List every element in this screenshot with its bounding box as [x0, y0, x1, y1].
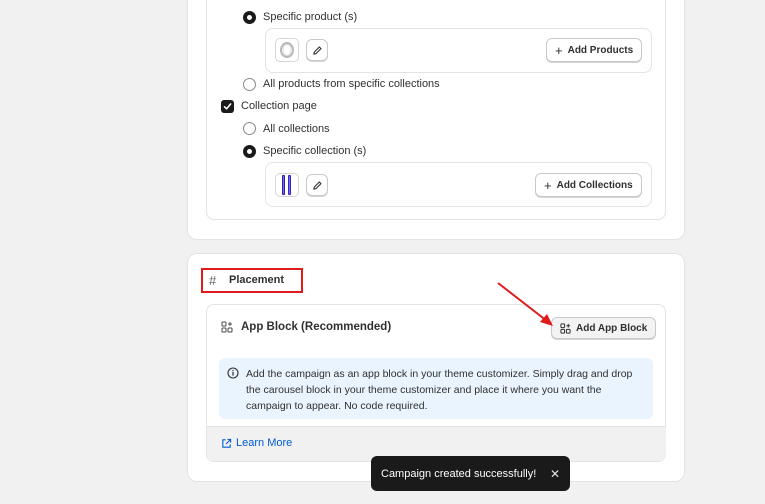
product-thumbnail: [275, 38, 299, 62]
edit-collections-button[interactable]: [306, 174, 328, 196]
plus-icon: +: [555, 42, 563, 58]
all-collections-radio[interactable]: [243, 122, 256, 135]
info-icon: [227, 367, 239, 382]
collection-page-label: Collection page: [241, 100, 317, 112]
app-block-icon: [221, 321, 233, 336]
collection-page-checkbox[interactable]: [221, 100, 234, 113]
all-collections-label: All collections: [263, 123, 330, 135]
placement-highlight-box: [201, 268, 303, 293]
close-icon[interactable]: ✕: [550, 467, 560, 481]
specific-collection-radio[interactable]: [243, 145, 256, 158]
all-products-collections-label: All products from specific collections: [263, 78, 440, 90]
checkmark-icon: [223, 103, 232, 110]
collection-thumbnail: [275, 173, 299, 197]
add-collections-label: Add Collections: [556, 179, 633, 191]
plus-icon: +: [544, 177, 552, 193]
all-products-collections-radio[interactable]: [243, 78, 256, 91]
app-block-icon: [560, 322, 571, 334]
edit-products-button[interactable]: [306, 39, 328, 61]
learn-more-link[interactable]: Learn More: [221, 437, 292, 449]
pencil-icon: [312, 180, 322, 190]
info-banner-text: Add the campaign as an app block in your…: [246, 368, 633, 412]
learn-more-label: Learn More: [236, 437, 293, 449]
specific-product-radio[interactable]: [243, 11, 256, 24]
bracelet-product-image: [280, 42, 294, 58]
add-products-label: Add Products: [567, 44, 634, 56]
success-toast: Campaign created successfully! ✕: [371, 456, 570, 491]
info-banner: Add the campaign as an app block in your…: [219, 358, 653, 419]
specific-collection-label: Specific collection (s): [263, 145, 367, 157]
annotation-arrow-icon: [497, 282, 553, 326]
external-link-icon: [222, 438, 232, 448]
pencil-icon: [312, 45, 322, 55]
add-collections-button[interactable]: + Add Collections: [535, 173, 642, 197]
add-app-block-button[interactable]: Add App Block: [551, 317, 657, 339]
specific-product-label: Specific product (s): [263, 11, 358, 23]
add-app-block-label: Add App Block: [576, 322, 648, 334]
toast-message: Campaign created successfully!: [381, 467, 537, 480]
collection-image: [282, 175, 291, 195]
app-block-title: App Block (Recommended): [241, 321, 392, 333]
add-products-button[interactable]: + Add Products: [546, 38, 643, 62]
